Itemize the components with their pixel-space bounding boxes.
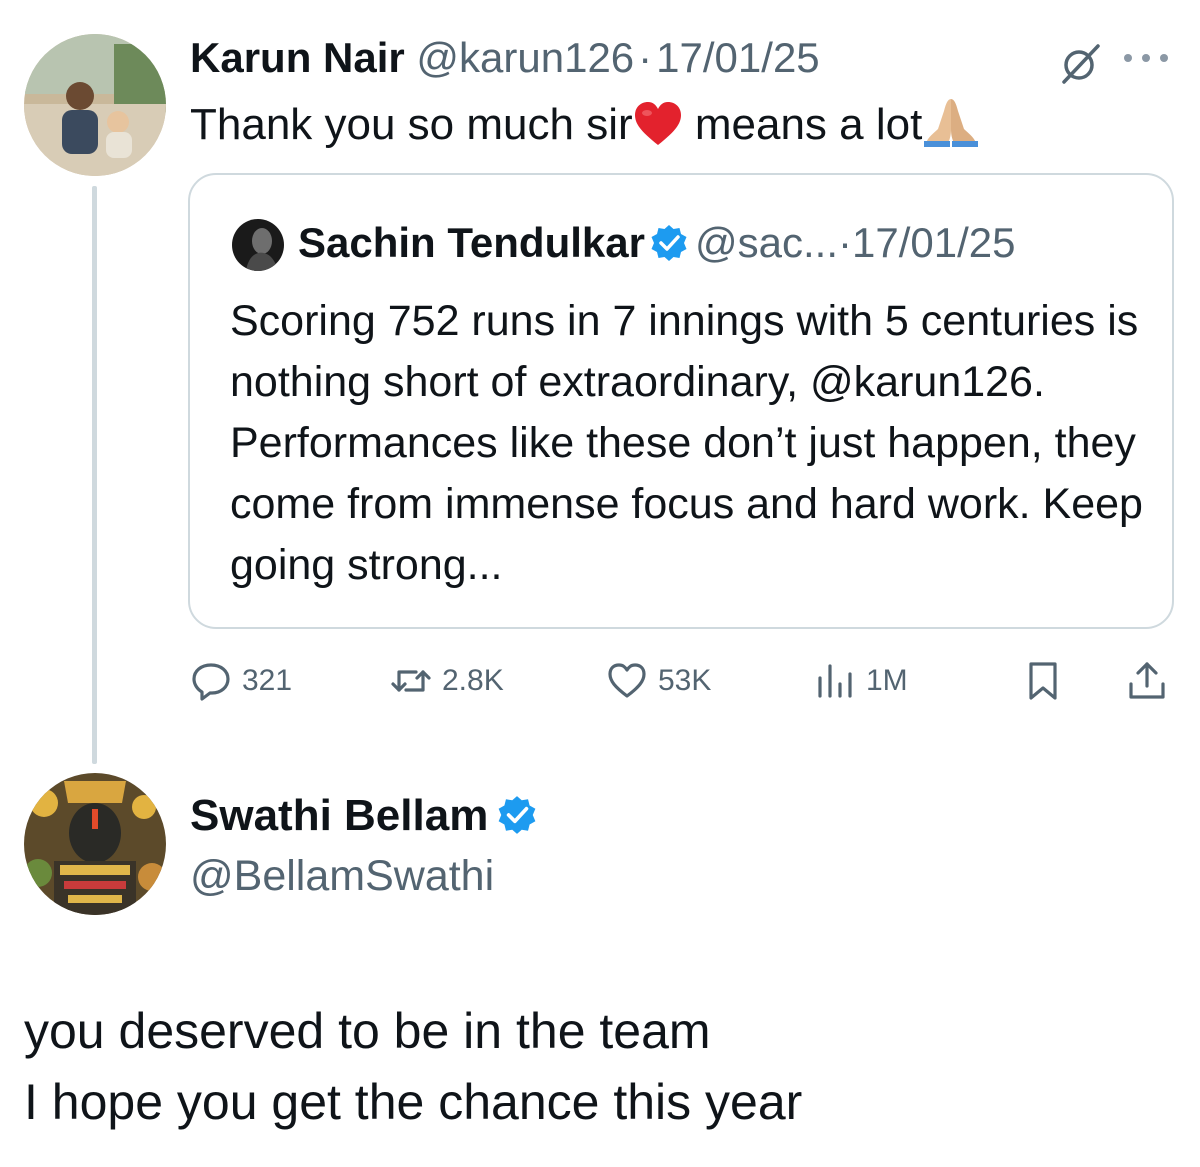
thread-line: [92, 186, 97, 764]
reply-text: you deserved to be in the team I hope yo…: [24, 996, 802, 1138]
share-icon: [1129, 662, 1165, 699]
reply-icon: [192, 663, 230, 701]
share-button[interactable]: [1126, 654, 1178, 708]
tweet-text: Thank you so much sir means a lot: [190, 95, 980, 159]
quote-author-handle[interactable]: @sac...: [695, 219, 838, 266]
more-options-icon[interactable]: [1118, 46, 1174, 70]
header-separator: ·: [638, 34, 653, 81]
quote-author-name[interactable]: Sachin Tendulkar: [298, 219, 645, 266]
like-count: 53K: [658, 664, 712, 697]
quote-text: Scoring 752 runs in 7 innings with 5 cen…: [230, 297, 1143, 589]
views-count: 1M: [866, 664, 908, 697]
quote-header: Sachin Tendulkar @sac...·17/01/25: [298, 217, 1016, 269]
quoted-tweet-card[interactable]: Sachin Tendulkar @sac...·17/01/25 Scoring…: [188, 173, 1174, 629]
reply-author-handle[interactable]: @BellamSwathi: [190, 850, 494, 902]
author-handle[interactable]: @karun126: [416, 34, 634, 81]
repost-button[interactable]: 2.8K: [390, 654, 504, 708]
swathi-bellam-avatar[interactable]: [24, 773, 166, 915]
grok-icon[interactable]: [1058, 40, 1104, 86]
verified-badge-icon[interactable]: [649, 223, 689, 263]
reply-text-line1: you deserved to be in the team: [24, 1003, 711, 1059]
like-button[interactable]: 53K: [606, 654, 711, 708]
reply-author-name-row: Swathi Bellam: [190, 790, 538, 842]
author-name[interactable]: Karun Nair: [190, 34, 405, 81]
repost-count: 2.8K: [442, 664, 504, 697]
views-icon: [818, 664, 852, 698]
quote-date[interactable]: 17/01/25: [852, 219, 1016, 266]
sachin-tendulkar-avatar[interactable]: [232, 219, 284, 271]
tweet-date[interactable]: 17/01/25: [656, 34, 820, 81]
quote-separator: ·: [838, 219, 852, 266]
tweet-action-bar: 321 2.8K 53K 1M: [190, 654, 1180, 708]
bookmark-button[interactable]: [1022, 654, 1074, 708]
reply-verified-badge-icon[interactable]: [496, 794, 538, 836]
reply-button[interactable]: 321: [190, 654, 292, 708]
tweet-text-part2: means a lot: [682, 100, 923, 149]
like-icon: [608, 663, 646, 698]
karun-nair-avatar[interactable]: [24, 34, 166, 176]
tweet-header: Karun Nair @karun126·17/01/25: [190, 34, 820, 82]
reply-author-name[interactable]: Swathi Bellam: [190, 791, 488, 840]
reply-text-line2: I hope you get the chance this year: [24, 1074, 803, 1130]
reply-count: 321: [242, 664, 293, 697]
bookmark-icon: [1029, 662, 1057, 700]
views-button[interactable]: 1M: [814, 654, 908, 708]
tweet-text-part1: Thank you so much sir: [190, 100, 633, 149]
red-heart-icon: [633, 101, 683, 159]
folded-hands-icon: [922, 95, 980, 159]
repost-icon: [391, 670, 431, 692]
